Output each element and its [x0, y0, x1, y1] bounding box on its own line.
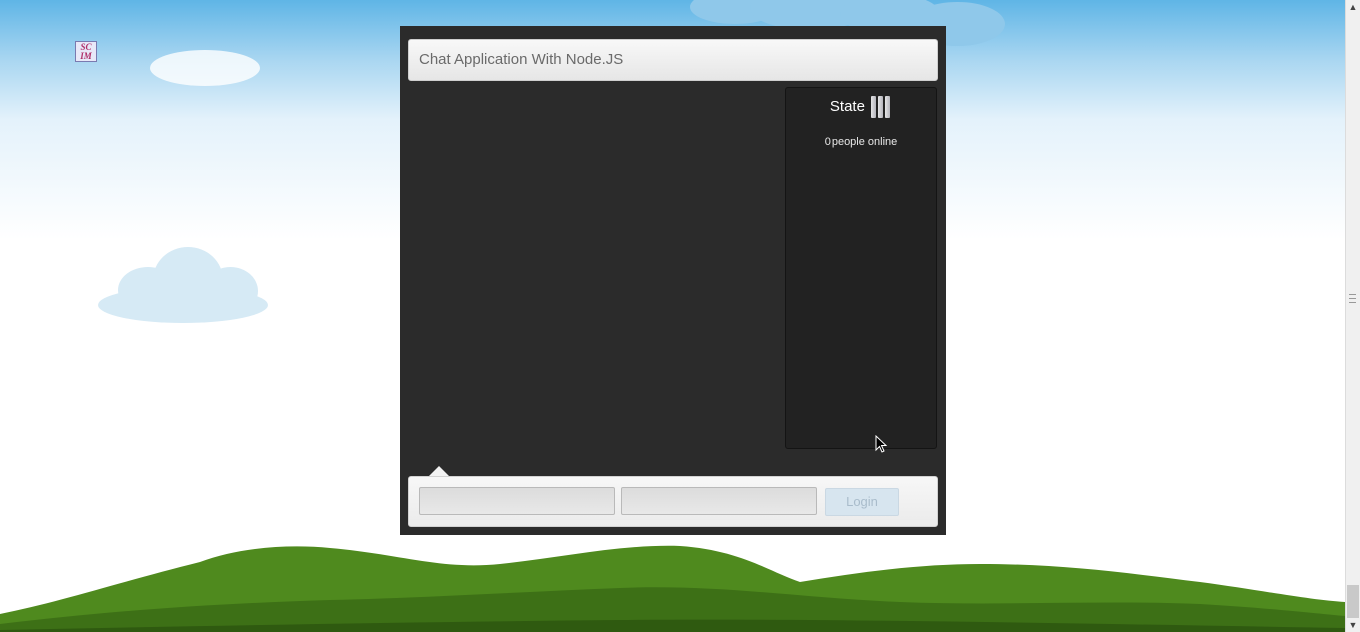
- green-hills: [0, 545, 1345, 632]
- scroll-grip-icon[interactable]: [1349, 294, 1356, 303]
- username-input[interactable]: [419, 487, 615, 515]
- sky-cloud-left: [98, 245, 268, 325]
- scroll-thumb[interactable]: [1347, 585, 1359, 618]
- connection-state-icon: [871, 96, 892, 119]
- message-area[interactable]: [408, 87, 778, 467]
- pointer-arrow: [429, 466, 449, 476]
- online-count: 0people online: [786, 136, 936, 148]
- online-count-number: 0: [824, 136, 831, 148]
- login-bar: Login: [408, 476, 938, 527]
- scroll-down-icon[interactable]: ▼: [1346, 618, 1360, 632]
- password-input[interactable]: [621, 487, 817, 515]
- sky-wisp: [150, 50, 260, 86]
- state-row: State: [786, 96, 936, 119]
- page-scrollbar[interactable]: ▲ ▼: [1345, 0, 1360, 632]
- scroll-up-icon[interactable]: ▲: [1346, 0, 1360, 14]
- state-label: State: [829, 98, 865, 116]
- online-count-label: people online: [831, 136, 898, 148]
- users-sidebar: State 0people online: [785, 87, 937, 449]
- scim-logo: SC IM: [75, 41, 97, 62]
- chat-app-window: Chat Application With Node.JS State 0peo…: [400, 26, 946, 535]
- login-button[interactable]: Login: [825, 488, 899, 516]
- app-title: Chat Application With Node.JS: [408, 39, 938, 81]
- mouse-cursor-icon: [875, 435, 888, 453]
- scim-logo-line2: IM: [80, 51, 92, 61]
